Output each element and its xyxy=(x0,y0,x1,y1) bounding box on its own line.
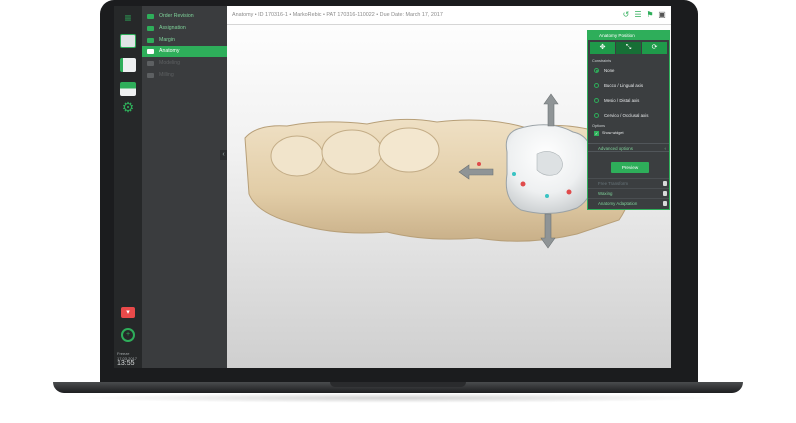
contact-marker xyxy=(545,194,549,198)
transform-tabs: ✥ ⤡ ⟳ xyxy=(590,42,667,54)
app-screen: ≡ ⚙ ▾ + Freeze 17.03.2017 13:55 Order Re… xyxy=(114,6,671,368)
advanced-options-label: Advanced options xyxy=(598,146,633,151)
expand-icon xyxy=(663,181,667,186)
workflow-sidebar: Order Revision Assignation Margin Anatom… xyxy=(142,6,227,368)
sidebar-item-label: Anatomy xyxy=(159,48,180,54)
sidebar-item-label: Margin xyxy=(159,37,175,43)
radio-label: Cervico / Occlusal axis xyxy=(604,113,649,118)
app-logo-icon: ≡ xyxy=(124,11,132,25)
section-label: Anatomy Adaptation xyxy=(598,201,638,206)
sidebar-item-milling: Milling xyxy=(142,70,227,81)
sidebar-item-modeling: Modeling xyxy=(142,58,227,69)
tooth-left-2 xyxy=(321,129,383,175)
anatomy-icon xyxy=(147,49,154,54)
section-label: Free Transform xyxy=(598,181,629,186)
help-icon[interactable]: + xyxy=(121,328,135,342)
sidebar-item-label: Modeling xyxy=(159,60,181,66)
layout-icon-button[interactable] xyxy=(120,82,136,96)
radio-mesio-distal[interactable] xyxy=(594,98,599,103)
laptop-hinge xyxy=(330,382,466,387)
preview-button[interactable]: Preview xyxy=(611,162,649,173)
modeling-icon xyxy=(147,61,154,66)
contact-marker xyxy=(477,162,481,166)
scale-tab[interactable]: ⤡ xyxy=(616,42,641,54)
sidebar-item-order-revision[interactable]: Order Revision xyxy=(142,11,227,22)
show-widget-checkbox[interactable]: ✓ xyxy=(594,131,599,136)
section-label: Waxing xyxy=(598,191,613,196)
sidebar-item-margin[interactable]: Margin xyxy=(142,35,227,46)
show-widget-label: Show widget xyxy=(602,131,624,135)
anatomy-adaptation-section[interactable]: Anatomy Adaptation xyxy=(588,198,669,207)
notification-icon[interactable]: ▾ xyxy=(121,307,135,318)
waxing-section[interactable]: Waxing xyxy=(588,188,669,197)
sidebar-item-assignation[interactable]: Assignation xyxy=(142,23,227,34)
margin-icon xyxy=(147,38,154,43)
sidebar-item-anatomy[interactable]: Anatomy xyxy=(142,46,227,57)
radio-label: None xyxy=(604,68,615,73)
clock-time: 13:55 xyxy=(117,360,135,367)
expand-icon xyxy=(663,201,667,206)
flag-icon[interactable]: ⚑ xyxy=(646,11,654,19)
assign-icon xyxy=(147,26,154,31)
laptop-shadow xyxy=(70,393,726,403)
history-icon[interactable]: ↺ xyxy=(622,11,630,19)
laptop-frame: ≡ ⚙ ▾ + Freeze 17.03.2017 13:55 Order Re… xyxy=(0,0,796,423)
order-icon xyxy=(147,14,154,19)
order-icon-button[interactable] xyxy=(120,34,136,48)
save-icon[interactable]: ▣ xyxy=(658,11,666,19)
collapse-sidebar-icon[interactable]: ‹ xyxy=(220,150,227,160)
arrow-up-icon xyxy=(543,93,559,127)
sidebar-item-label: Order Revision xyxy=(159,13,194,19)
chevron-left-icon: ‹ xyxy=(664,146,666,151)
panel-title: Anatomy Position xyxy=(588,31,669,40)
radio-cervico-occlusal[interactable] xyxy=(594,113,599,118)
gear-icon[interactable]: ⚙ xyxy=(121,100,135,114)
move-tab[interactable]: ✥ xyxy=(590,42,615,54)
constraints-label: Constraints xyxy=(592,59,612,63)
radio-label: Bucco / Lingual axis xyxy=(604,83,644,88)
milling-icon xyxy=(147,73,154,78)
free-transform-section[interactable]: Free Transform xyxy=(588,178,669,187)
advanced-options-toggle[interactable]: Advanced options ‹ xyxy=(588,143,669,152)
icon-toolbar: ≡ ⚙ ▾ + Freeze 17.03.2017 13:55 xyxy=(114,6,142,368)
contact-marker xyxy=(566,189,572,195)
contact-marker xyxy=(520,181,526,187)
list-icon[interactable]: ☰ xyxy=(634,11,642,19)
radio-bucco-lingual[interactable] xyxy=(594,83,599,88)
edit-icon-button[interactable] xyxy=(120,58,136,72)
anatomy-position-panel: Anatomy Position ✥ ⤡ ⟳ Constraints None … xyxy=(587,30,670,210)
tooth-left-1 xyxy=(270,135,324,177)
window-title: Anatomy • ID 170316-1 • MarkoRebic • PAT… xyxy=(232,12,443,18)
options-label: Options xyxy=(592,124,606,128)
sidebar-item-label: Assignation xyxy=(159,25,186,31)
sidebar-item-label: Milling xyxy=(159,72,174,78)
contact-marker xyxy=(512,172,516,176)
radio-none[interactable] xyxy=(594,68,599,73)
tooth-left-3 xyxy=(378,127,440,173)
radio-label: Mesio / Distal axis xyxy=(604,98,640,103)
rotate-tab[interactable]: ⟳ xyxy=(642,42,667,54)
expand-icon xyxy=(663,191,667,196)
